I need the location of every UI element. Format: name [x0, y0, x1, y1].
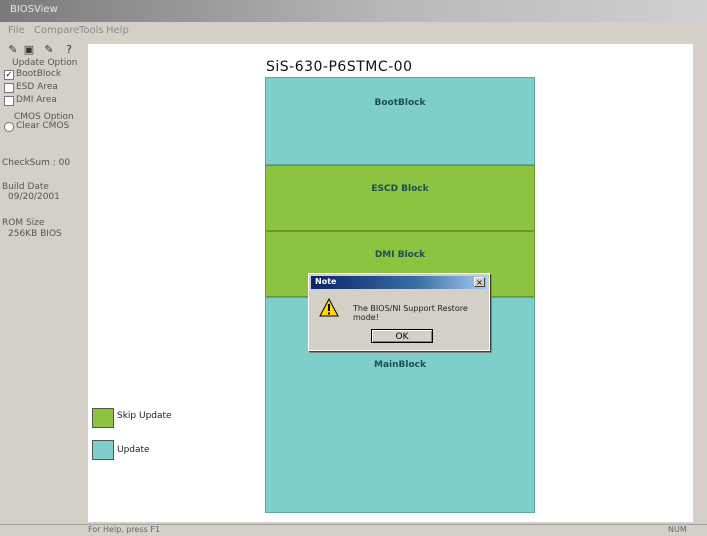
window-titlebar: BIOSView — [0, 0, 707, 22]
update-option-label: Update Option — [12, 58, 78, 68]
window-title: BIOSView — [10, 4, 58, 15]
escd-block-label: ESCD Block — [371, 184, 429, 194]
build-date-label: Build Date — [2, 182, 49, 192]
rom-size-value: 256KB BIOS — [8, 229, 62, 239]
legend-update-label: Update — [117, 445, 150, 455]
dmi-area-checkbox[interactable] — [4, 96, 14, 106]
menu-bar: File Compare Tools Help — [0, 22, 707, 40]
dmi-area-option-label: DMI Area — [16, 95, 57, 105]
open-icon[interactable]: ✎ — [6, 42, 20, 56]
legend-update-swatch — [92, 440, 114, 460]
menu-help[interactable]: Help — [106, 25, 129, 36]
clear-cmos-label: Clear CMOS — [16, 121, 70, 131]
menu-file[interactable]: File — [8, 25, 25, 36]
dialog-message: The BIOS/NI Support Restore mode! — [353, 304, 468, 322]
dialog-close-button[interactable]: × — [474, 277, 485, 287]
bootblock-region[interactable]: BootBlock — [265, 77, 535, 165]
toolbar: ✎ ▣ ✎ ? — [6, 42, 86, 58]
ok-button[interactable]: OK — [371, 329, 433, 343]
escd-block-region[interactable]: ESCD Block — [265, 165, 535, 231]
clear-cmos-radio[interactable] — [4, 122, 14, 132]
edit-icon[interactable]: ✎ — [42, 42, 56, 56]
bootblock-checkbox[interactable]: ✓ — [4, 70, 14, 80]
status-help-text: For Help, press F1 — [88, 525, 161, 534]
bootblock-label: BootBlock — [374, 98, 426, 108]
legend-skip-update-label: Skip Update — [117, 411, 172, 421]
bootblock-option-label: BootBlock — [16, 69, 62, 79]
left-panel: Update Option ✓ BootBlock ESD Area DMI A… — [0, 58, 86, 524]
save-icon[interactable]: ▣ — [22, 42, 36, 56]
esd-area-option-label: ESD Area — [16, 82, 58, 92]
status-bar: For Help, press F1 NUM — [0, 524, 707, 536]
esd-area-checkbox[interactable] — [4, 83, 14, 93]
menu-tools[interactable]: Tools — [79, 25, 104, 36]
chip-title: SiS-630-P6STMC-00 — [266, 59, 413, 75]
menu-compare[interactable]: Compare — [34, 25, 79, 36]
mainblock-label: MainBlock — [374, 360, 426, 370]
note-dialog: Note × The BIOS/NI Support Restore mode!… — [308, 273, 490, 351]
dmi-block-label: DMI Block — [374, 250, 426, 260]
checksum-text: CheckSum : 00 — [2, 158, 71, 168]
warning-icon — [319, 298, 339, 317]
build-date-value: 09/20/2001 — [8, 192, 60, 202]
dialog-title: Note — [315, 277, 337, 286]
rom-size-label: ROM Size — [2, 218, 45, 228]
status-num-indicator: NUM — [668, 525, 687, 534]
dialog-titlebar: Note × — [311, 276, 487, 289]
help-icon[interactable]: ? — [62, 42, 76, 56]
legend-skip-update-swatch — [92, 408, 114, 428]
